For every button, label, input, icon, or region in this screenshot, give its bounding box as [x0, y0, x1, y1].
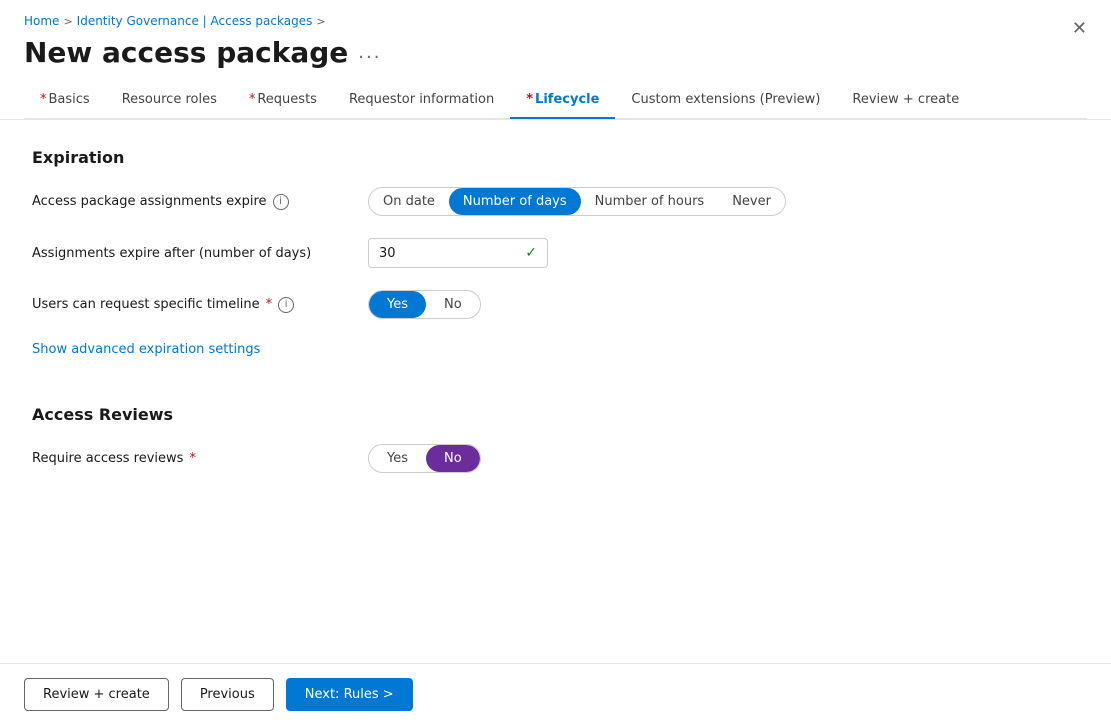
review-create-button[interactable]: Review + create [24, 678, 169, 711]
breadcrumb-sep1: > [63, 15, 72, 28]
title-row: New access package ... [24, 36, 1087, 69]
advanced-expiration-link[interactable]: Show advanced expiration settings [32, 342, 260, 357]
requests-required-star: * [249, 92, 256, 107]
assignments-expire-info-icon[interactable]: i [273, 194, 289, 210]
page-title: New access package [24, 36, 348, 69]
expiration-title: Expiration [32, 148, 1079, 167]
more-options-button[interactable]: ... [358, 42, 381, 63]
lifecycle-required-star: * [526, 92, 533, 107]
tab-requestor-info[interactable]: Requestor information [333, 82, 510, 119]
expiration-options[interactable]: On date Number of days Number of hours N… [368, 187, 786, 216]
tab-review-create[interactable]: Review + create [836, 82, 975, 119]
specific-timeline-row: Users can request specific timeline * i … [32, 290, 1079, 319]
require-reviews-required: * [189, 451, 196, 466]
days-label: Assignments expire after (number of days… [32, 246, 352, 261]
require-reviews-row: Require access reviews * Yes No [32, 444, 1079, 473]
next-button[interactable]: Next: Rules > [286, 678, 413, 711]
page-wrapper: ✕ Home > Identity Governance | Access pa… [0, 0, 1111, 725]
specific-timeline-toggle[interactable]: Yes No [368, 290, 481, 319]
specific-timeline-required: * [266, 297, 273, 312]
basics-required-star: * [40, 92, 47, 107]
specific-timeline-yes[interactable]: Yes [369, 291, 426, 318]
tab-custom-extensions[interactable]: Custom extensions (Preview) [615, 82, 836, 119]
seg-never[interactable]: Never [718, 188, 785, 215]
tab-lifecycle[interactable]: *Lifecycle [510, 82, 615, 119]
specific-timeline-label: Users can request specific timeline * i [32, 297, 352, 313]
seg-number-of-hours[interactable]: Number of hours [581, 188, 719, 215]
header: Home > Identity Governance | Access pack… [0, 0, 1111, 120]
footer: Review + create Previous Next: Rules > [0, 663, 1111, 725]
check-icon: ✓ [525, 245, 537, 261]
specific-timeline-info-icon[interactable]: i [278, 297, 294, 313]
assignments-expire-label: Access package assignments expire i [32, 194, 352, 210]
specific-timeline-no[interactable]: No [426, 291, 480, 318]
expiration-section: Expiration Access package assignments ex… [32, 148, 1079, 385]
close-button[interactable]: ✕ [1068, 14, 1091, 43]
tab-resource-roles[interactable]: Resource roles [106, 82, 233, 119]
tab-basics[interactable]: *Basics [24, 82, 106, 119]
breadcrumb-sep2: > [316, 15, 325, 28]
breadcrumb-home[interactable]: Home [24, 14, 59, 28]
require-reviews-yes[interactable]: Yes [369, 445, 426, 472]
previous-button[interactable]: Previous [181, 678, 274, 711]
days-input[interactable]: 30 ✓ [368, 238, 548, 268]
require-reviews-no[interactable]: No [426, 445, 480, 472]
main-content: Expiration Access package assignments ex… [0, 120, 1111, 663]
breadcrumb-identity[interactable]: Identity Governance | Access packages [77, 14, 313, 28]
access-reviews-title: Access Reviews [32, 405, 1079, 424]
tab-requests[interactable]: *Requests [233, 82, 333, 119]
seg-number-of-days[interactable]: Number of days [449, 188, 581, 215]
breadcrumb: Home > Identity Governance | Access pack… [24, 14, 1087, 28]
require-reviews-label: Require access reviews * [32, 451, 352, 466]
tab-bar: *Basics Resource roles *Requests Request… [24, 81, 1087, 119]
assignments-expire-row: Access package assignments expire i On d… [32, 187, 1079, 216]
require-reviews-toggle[interactable]: Yes No [368, 444, 481, 473]
access-reviews-section: Access Reviews Require access reviews * … [32, 405, 1079, 473]
seg-on-date[interactable]: On date [369, 188, 449, 215]
days-value-row: Assignments expire after (number of days… [32, 238, 1079, 268]
